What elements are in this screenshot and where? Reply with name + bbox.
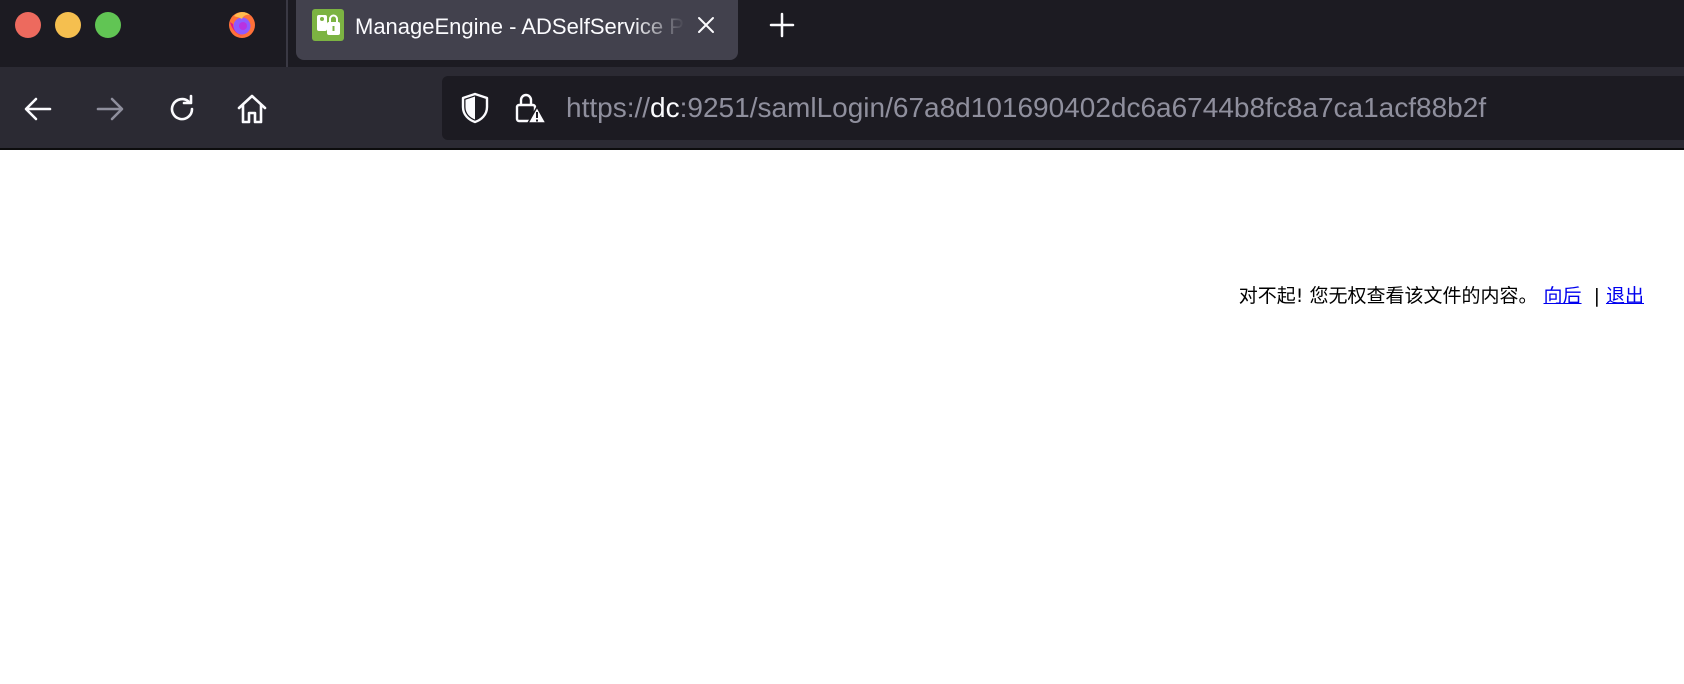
page-content: 对不起! 您无权查看该文件的内容。 向后 | 退出: [0, 151, 1684, 684]
tab-title: ManageEngine - ADSelfService Plus: [355, 14, 685, 39]
access-denied-text: 对不起! 您无权查看该文件的内容。: [1238, 285, 1538, 307]
tab-separator: [286, 0, 288, 67]
firefox-logo-icon[interactable]: [226, 8, 258, 40]
logout-link[interactable]: 退出: [1606, 285, 1644, 307]
back-link[interactable]: 向后: [1544, 285, 1582, 307]
tab-close-icon[interactable]: [693, 12, 719, 38]
navigation-toolbar: https://dc:9251/samlLogin/67a8d101690402…: [0, 67, 1684, 150]
active-tab[interactable]: ManageEngine - ADSelfService Plus: [296, 0, 738, 60]
link-separator: |: [1593, 285, 1600, 307]
window-close-button[interactable]: [15, 12, 41, 38]
url-host: dc: [650, 92, 680, 123]
manageengine-favicon-icon: [312, 9, 344, 41]
tab-strip: ManageEngine - ADSelfService Plus: [0, 0, 1684, 67]
url-text[interactable]: https://dc:9251/samlLogin/67a8d101690402…: [566, 90, 1486, 126]
tracking-protection-shield-icon[interactable]: [458, 91, 492, 125]
access-denied-message: 对不起! 您无权查看该文件的内容。 向后 | 退出: [1239, 281, 1644, 311]
url-scheme: https://: [566, 92, 651, 123]
home-icon[interactable]: [234, 91, 270, 127]
new-tab-icon[interactable]: [766, 9, 798, 41]
window-minimize-button[interactable]: [55, 12, 81, 38]
url-path: :9251/samlLogin/67a8d101690402dc6a6744b8…: [679, 92, 1487, 123]
forward-arrow-icon[interactable]: [92, 91, 128, 127]
reload-icon[interactable]: [164, 91, 200, 127]
back-arrow-icon[interactable]: [20, 91, 56, 127]
url-bar[interactable]: https://dc:9251/samlLogin/67a8d101690402…: [442, 76, 1684, 140]
window-maximize-button[interactable]: [95, 12, 121, 38]
insecure-lock-warning-icon[interactable]: [512, 90, 548, 126]
